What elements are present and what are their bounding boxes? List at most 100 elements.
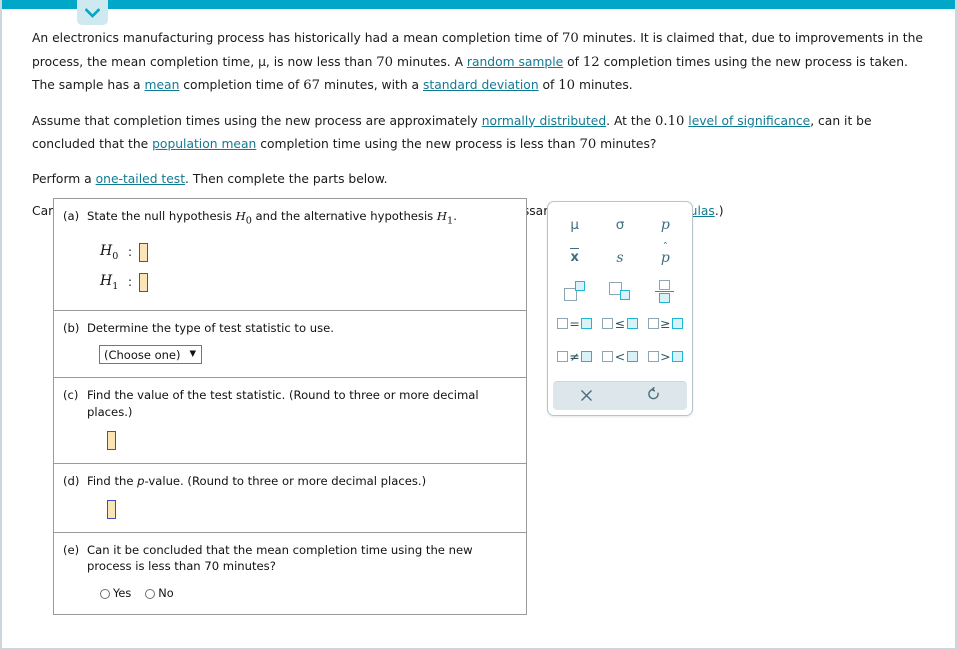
part-a-label: (a)	[63, 209, 80, 223]
subscript-icon[interactable]	[597, 274, 642, 307]
paragraph-1-text-0: An electronics manufacturing process has…	[32, 31, 562, 45]
placeholder-box-left	[602, 318, 614, 329]
paragraph-2-link-5[interactable]: level of significance	[688, 114, 810, 128]
null-hypothesis-input[interactable]	[139, 242, 149, 262]
part-e-prompt: Can it be concluded that the mean comple…	[87, 542, 473, 574]
greater-than-or-equal-template-glyph: ≥	[647, 316, 684, 331]
p-symbol[interactable]: p	[643, 208, 688, 241]
sigma-symbol-glyph: σ	[615, 216, 625, 233]
conclusion-option-no[interactable]: No	[145, 587, 174, 601]
paragraph-2-number-3: 0.10	[655, 113, 685, 129]
placeholder-box-secondary	[574, 280, 585, 291]
part-d: (d) Find the p-value. (Round to three or…	[54, 464, 526, 533]
hat-icon: ˆ	[662, 240, 669, 254]
palette-row: x s pˆ	[552, 241, 688, 274]
equals-template-glyph: =	[556, 316, 593, 331]
alt-hypothesis-label: H1	[100, 272, 119, 292]
mu-symbol-glyph: μ	[570, 216, 579, 233]
greater-than-template[interactable]: >	[643, 340, 688, 373]
operator-glyph: =	[569, 316, 580, 331]
p-value-input[interactable]	[107, 499, 116, 519]
placeholder-box-right	[581, 351, 593, 362]
undo-button[interactable]	[620, 382, 687, 410]
radio-icon	[100, 588, 110, 599]
greater-than-or-equal-template[interactable]: ≥	[643, 307, 688, 340]
paragraph-1-number-1: 70	[561, 31, 579, 46]
palette-row: = ≤ ≥	[552, 307, 688, 340]
undo-icon	[647, 386, 661, 406]
alt-hypothesis-colon: :	[128, 275, 133, 290]
paragraph-1-number-9: 12	[582, 54, 600, 70]
paragraph-2-text-8: completion time using the new process is…	[256, 137, 580, 151]
hypothesis-inputs: H0 : H1 :	[100, 237, 516, 297]
placeholder-box-left	[556, 351, 568, 362]
part-d-prompt: Find the p-value. (Round to three or mor…	[87, 473, 427, 488]
paragraph-1-number-13: 67	[303, 78, 321, 93]
less-than-template[interactable]: <	[597, 340, 642, 373]
s-symbol[interactable]: s	[597, 241, 642, 274]
test-statistic-type-dropdown[interactable]: (Choose one) ▼	[99, 345, 203, 365]
problem-paragraph-3: Perform a one-tailed test. Then complete…	[32, 169, 932, 191]
clear-button[interactable]	[553, 382, 620, 410]
paragraph-1-link-7[interactable]: random sample	[467, 55, 563, 69]
paragraph-3-link-1[interactable]: one-tailed test	[96, 172, 185, 186]
paragraph-2-link-7[interactable]: population mean	[152, 137, 256, 151]
assignment-page: An electronics manufacturing process has…	[0, 0, 957, 650]
x-bar-symbol-glyph: x	[570, 248, 579, 265]
placeholder-box-left	[647, 351, 659, 362]
p-hat-symbol[interactable]: pˆ	[643, 241, 688, 274]
subscript-icon-glyph	[608, 279, 632, 303]
superscript-icon[interactable]	[552, 274, 597, 307]
not-equal-template[interactable]: ≠	[552, 340, 597, 373]
question-parts-box: (a) State the null hypothesis H0 and the…	[53, 198, 527, 616]
x-bar-symbol[interactable]: x	[552, 241, 597, 274]
null-hypothesis-row: H0 :	[100, 237, 516, 267]
sigma-symbol[interactable]: σ	[597, 208, 642, 241]
placeholder-box-secondary	[659, 292, 671, 303]
less-than-or-equal-template-glyph: ≤	[602, 316, 638, 331]
part-e-label: (e)	[63, 542, 80, 557]
paragraph-1-text-18: minutes.	[575, 78, 633, 92]
operator-glyph: ≤	[614, 316, 626, 331]
placeholder-box-right	[672, 318, 684, 329]
collapse-panel-button[interactable]	[77, 0, 108, 25]
paragraph-2-link-1[interactable]: normally distributed	[482, 114, 606, 128]
not-equal-template-glyph: ≠	[556, 349, 593, 364]
fraction-icon[interactable]	[643, 274, 688, 307]
placeholder-box-right	[626, 318, 638, 329]
conclusion-option-no-label: No	[158, 587, 174, 601]
p-symbol-glyph: p	[660, 216, 670, 233]
placeholder-box-left	[556, 318, 568, 329]
less-than-or-equal-template[interactable]: ≤	[597, 307, 642, 340]
test-statistic-input[interactable]	[107, 430, 116, 450]
equals-template[interactable]: =	[552, 307, 597, 340]
overbar-icon	[570, 248, 579, 250]
paragraph-1-text-14: minutes, with a	[320, 78, 423, 92]
paragraph-3-text-2: . Then complete the parts below.	[185, 171, 388, 186]
paragraph-1-text-8: of	[563, 54, 583, 69]
chevron-down-icon	[85, 7, 100, 18]
paragraph-2-text-0: Assume that completion times using the n…	[32, 113, 482, 128]
placeholder-box-right	[626, 351, 638, 362]
placeholder-box-secondary	[619, 289, 630, 300]
placeholder-box-left	[602, 351, 614, 362]
part-a-prompt-post: .	[453, 209, 457, 223]
paragraph-2-number-9: 70	[579, 137, 597, 152]
conclusion-option-yes[interactable]: Yes	[100, 587, 131, 600]
part-e: (e) Can it be concluded that the mean co…	[54, 533, 526, 615]
paragraph-3-text-0: Perform a	[32, 171, 96, 186]
p-value-answer	[107, 499, 516, 519]
part-b: (b) Determine the type of test statistic…	[54, 311, 526, 379]
paragraph-1-number-5: 70	[376, 54, 394, 70]
p-hat-symbol-glyph: pˆ	[660, 240, 670, 266]
radio-icon	[145, 588, 156, 599]
p-value-glyph: p	[137, 473, 145, 488]
palette-row: μσp	[552, 208, 688, 241]
paragraph-1-link-15[interactable]: standard deviation	[423, 78, 539, 92]
placeholder-box-primary	[659, 279, 671, 290]
alt-hypothesis-input[interactable]	[139, 272, 149, 292]
h0-glyph: H0	[235, 209, 252, 227]
top-accent-bar	[2, 0, 955, 9]
mu-symbol[interactable]: μ	[552, 208, 597, 241]
paragraph-1-link-11[interactable]: mean	[145, 78, 180, 92]
